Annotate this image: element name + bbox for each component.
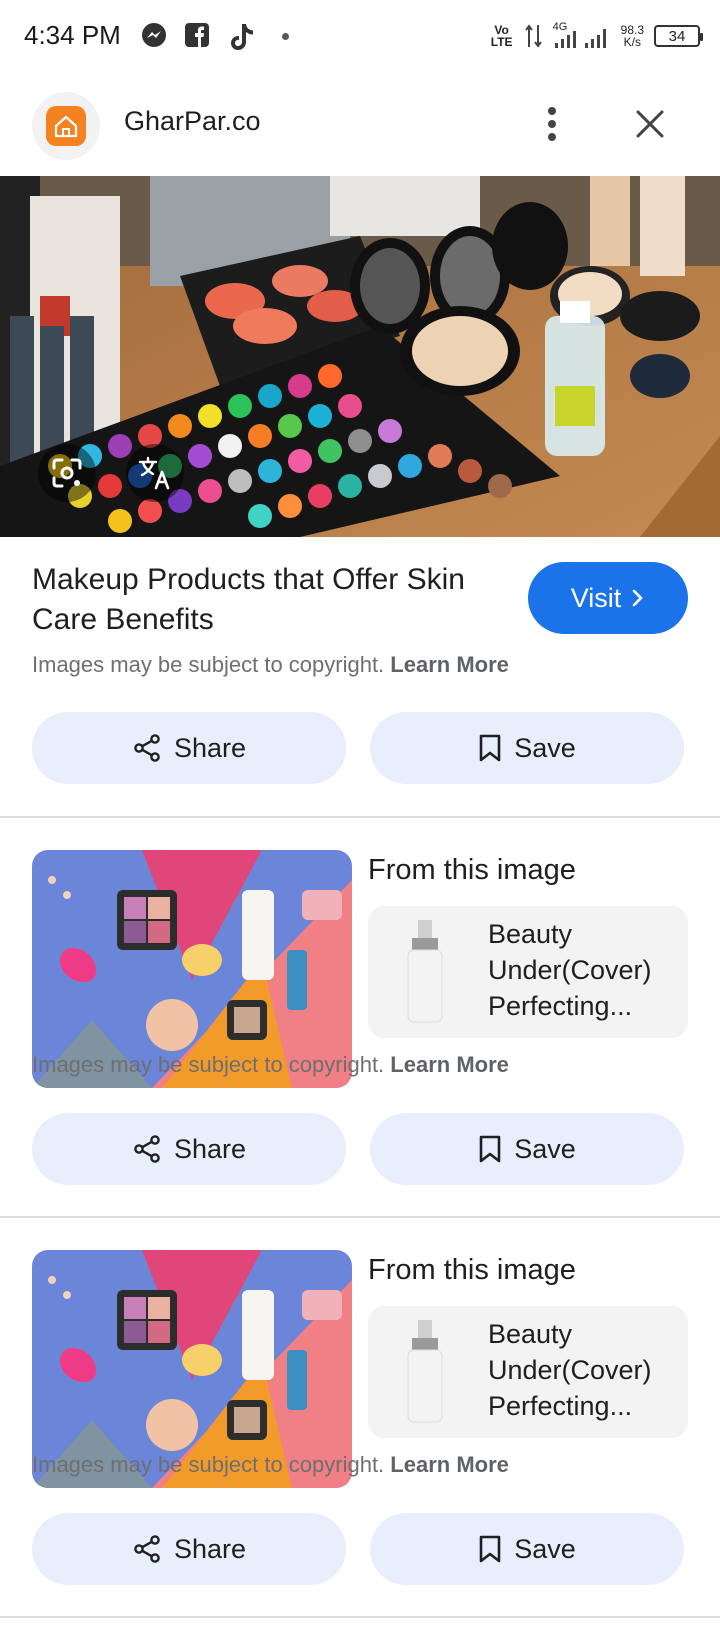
network-speed: 98.3 K/s [620,23,644,49]
learn-more-link[interactable]: Learn More [390,1452,509,1477]
result-title[interactable]: Makeup Products that Offer Skin Care Ben… [32,560,492,640]
copyright-notice: Images may be subject to copyright. Lear… [32,652,509,677]
tiktok-icon [231,24,253,50]
product-card-1[interactable]: Beauty Under(Cover) Perfecting... [368,906,688,1038]
product-bottle-image [407,920,443,1023]
lens-icon [52,458,82,488]
share-button[interactable]: Share [32,712,346,784]
notification-dot [282,33,289,40]
site-logo[interactable] [32,92,100,160]
product-name: Beauty Under(Cover) Perfecting... [488,919,652,1021]
main-image[interactable] [0,176,720,537]
learn-more-link[interactable]: Learn More [390,1052,509,1077]
signal-icon: 4G [553,21,611,51]
site-header: GharPar.co [0,84,720,164]
translate-button[interactable] [126,444,184,502]
product-card-2[interactable]: Beauty Under(Cover) Perfecting... [368,1306,688,1438]
save-button[interactable]: Save [370,712,684,784]
site-logo-icon [46,106,86,146]
site-name[interactable]: GharPar.co [124,106,261,137]
divider [0,1216,720,1218]
bookmark-icon [479,1135,501,1163]
makeup-products-photo [0,176,720,537]
copyright-notice: Images may be subject to copyright. Lear… [32,1052,509,1077]
battery-icon: 34 [654,25,703,47]
copyright-notice: Images may be subject to copyright. Lear… [32,1452,509,1477]
close-icon [636,110,664,138]
messenger-icon [142,23,166,47]
close-button[interactable] [628,102,672,146]
data-arrows-icon [524,24,542,48]
share-icon [134,1535,160,1563]
visit-label: Visit [570,582,622,613]
product-bottle-image [407,1320,443,1423]
visit-button[interactable]: Visit [528,562,688,634]
divider [0,816,720,818]
share-icon [134,1135,160,1163]
network-type: Vo LTE [490,23,513,49]
translate-icon [138,456,170,490]
save-button[interactable]: Save [370,1113,684,1185]
share-icon [134,734,160,762]
chevron-right-icon [632,589,643,607]
from-this-image-label: From this image [368,1254,576,1286]
product-name: Beauty Under(Cover) Perfecting... [488,1319,652,1421]
bookmark-icon [479,1535,501,1563]
share-button[interactable]: Share [32,1513,346,1585]
share-button[interactable]: Share [32,1113,346,1185]
save-button[interactable]: Save [370,1513,684,1585]
bookmark-icon [479,734,501,762]
learn-more-link[interactable]: Learn More [390,652,509,677]
more-vert-icon [548,107,556,141]
lens-button[interactable] [38,444,96,502]
more-options-button[interactable] [535,102,569,146]
divider [0,1616,720,1618]
facebook-icon [185,23,209,47]
status-right: Vo LTE 4G 98.3 K/s 34 [489,18,703,54]
status-time: 4:34 PM [24,20,121,50]
from-this-image-label: From this image [368,854,576,886]
status-bar: 4:34 PM Vo LTE 4G 98.3 K/s 34 [0,0,720,72]
